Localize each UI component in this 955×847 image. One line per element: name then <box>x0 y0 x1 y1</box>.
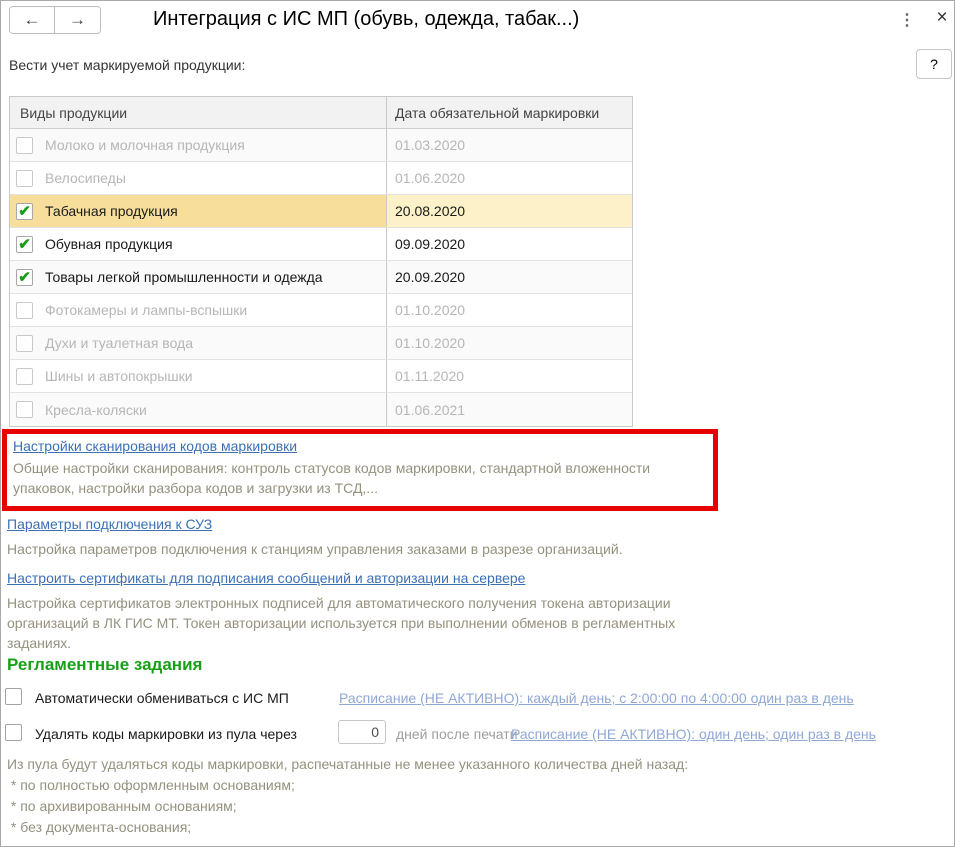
product-cell: Кресла-коляски <box>10 393 387 426</box>
integration-window: ← → Интеграция с ИС МП (обувь, одежда, т… <box>0 0 955 847</box>
marking-date: 20.09.2020 <box>395 269 466 285</box>
date-cell: 01.03.2020 <box>387 129 632 161</box>
table-row[interactable]: Фотокамеры и лампы-вспышки 01.10.2020 <box>10 294 632 327</box>
marking-date: 01.03.2020 <box>395 137 466 153</box>
product-name: Духи и туалетная вода <box>45 335 194 351</box>
scanning-settings-link[interactable]: Настройки сканирования кодов маркировки <box>13 438 297 454</box>
table-row[interactable]: Велосипеды 01.06.2020 <box>10 162 632 195</box>
marking-date: 09.09.2020 <box>395 236 466 252</box>
date-cell: 20.08.2020 <box>387 195 632 227</box>
delete-codes-checkbox[interactable] <box>5 724 22 741</box>
product-checkbox[interactable] <box>16 334 33 352</box>
products-table: Виды продукции Дата обязательной маркиро… <box>9 96 633 427</box>
product-name: Велосипеды <box>45 170 126 186</box>
more-menu-icon[interactable]: ⋮ <box>898 10 916 30</box>
date-cell: 01.10.2020 <box>387 294 632 326</box>
table-row[interactable]: Шины и автопокрышки 01.11.2020 <box>10 360 632 393</box>
product-checkbox[interactable] <box>16 401 33 418</box>
annotation-highlight: Настройки сканирования кодов маркировки … <box>2 429 718 511</box>
table-row[interactable]: ✔ Обувная продукция 09.09.2020 <box>10 228 632 261</box>
back-button[interactable]: ← <box>10 7 55 33</box>
nav-button-group: ← → <box>9 6 101 34</box>
date-cell: 09.09.2020 <box>387 228 632 260</box>
product-cell: Фотокамеры и лампы-вспышки <box>10 294 387 326</box>
product-cell: ✔ Обувная продукция <box>10 228 387 260</box>
days-input[interactable] <box>338 720 386 744</box>
date-cell: 01.06.2020 <box>387 162 632 194</box>
forward-button[interactable]: → <box>55 7 100 33</box>
certificates-desc: Настройка сертификатов электронных подпи… <box>7 595 676 651</box>
product-cell: Шины и автопокрышки <box>10 360 387 392</box>
note-line: * без документа-основания; <box>7 819 192 835</box>
delete-codes-schedule-link[interactable]: Расписание (НЕ АКТИВНО): один день; один… <box>511 726 876 742</box>
product-name: Шины и автопокрышки <box>45 368 193 384</box>
auto-exchange-label: Автоматически обмениваться с ИС МП <box>35 690 289 706</box>
product-checkbox-checked[interactable]: ✔ <box>16 268 33 286</box>
product-cell: Молоко и молочная продукция <box>10 129 387 161</box>
product-checkbox[interactable] <box>16 136 33 154</box>
marking-date: 01.10.2020 <box>395 302 466 318</box>
scheduled-jobs-heading: Регламентные задания <box>7 655 203 674</box>
product-checkbox[interactable] <box>16 367 33 385</box>
back-arrow-icon: ← <box>23 10 41 29</box>
page-title: Интеграция с ИС МП (обувь, одежда, табак… <box>153 8 580 30</box>
product-checkbox[interactable] <box>16 169 33 187</box>
product-checkbox-checked[interactable]: ✔ <box>16 235 33 253</box>
table-row[interactable]: ✔ Табачная продукция 20.08.2020 <box>10 195 632 228</box>
date-cell: 01.06.2021 <box>387 393 632 426</box>
certificates-link[interactable]: Настроить сертификаты для подписания соо… <box>7 570 525 586</box>
close-icon[interactable]: × <box>932 7 952 29</box>
table-row[interactable]: Духи и туалетная вода 01.10.2020 <box>10 327 632 360</box>
suz-connection-desc: Настройка параметров подключения к станц… <box>7 541 623 557</box>
note-lines: * по полностью оформленным основаниям; *… <box>7 775 707 838</box>
note-line: * по архивированным основаниям; <box>7 798 237 814</box>
scanning-settings-desc: Общие настройки сканирования: контроль с… <box>13 460 651 496</box>
table-body: Молоко и молочная продукция 01.03.2020 Вел… <box>10 129 632 426</box>
table-row[interactable]: Кресла-коляски 01.06.2021 <box>10 393 632 426</box>
date-cell: 20.09.2020 <box>387 261 632 293</box>
column-header-marking-date: Дата обязательной маркировки <box>395 105 600 121</box>
table-header: Виды продукции Дата обязательной маркиро… <box>10 97 632 129</box>
table-row[interactable]: ✔ Товары легкой промышленности и одежда 20… <box>10 261 632 294</box>
product-checkbox[interactable] <box>16 301 33 319</box>
product-name: Кресла-коляски <box>45 401 147 418</box>
product-checkbox-checked[interactable]: ✔ <box>16 202 33 220</box>
marking-date: 20.08.2020 <box>395 203 466 219</box>
product-cell: ✔ Товары легкой промышленности и одежда <box>10 261 387 293</box>
days-suffix-label: дней после печати <box>396 726 518 742</box>
help-button[interactable]: ? <box>916 49 952 79</box>
product-name: Табачная продукция <box>45 203 178 219</box>
lead-label: Вести учет маркируемой продукции: <box>9 57 246 73</box>
product-name: Молоко и молочная продукция <box>45 137 245 153</box>
pool-note-paragraph: Из пула будут удаляться коды маркировки,… <box>7 756 689 772</box>
table-row[interactable]: Молоко и молочная продукция 01.03.2020 <box>10 129 632 162</box>
product-name: Товары легкой промышленности и одежда <box>45 269 323 285</box>
date-cell: 01.10.2020 <box>387 327 632 359</box>
note-line: * по полностью оформленным основаниям; <box>7 777 295 793</box>
product-name: Обувная продукция <box>45 236 173 252</box>
auto-exchange-schedule-link[interactable]: Расписание (НЕ АКТИВНО): каждый день; с … <box>339 690 854 706</box>
product-cell: Духи и туалетная вода <box>10 327 387 359</box>
marking-date: 01.10.2020 <box>395 335 466 351</box>
product-name: Фотокамеры и лампы-вспышки <box>45 302 248 318</box>
date-cell: 01.11.2020 <box>387 360 632 392</box>
forward-arrow-icon: → <box>69 10 86 29</box>
marking-date: 01.06.2020 <box>395 170 466 186</box>
suz-connection-link[interactable]: Параметры подключения к СУЗ <box>7 516 212 532</box>
marking-date: 01.11.2020 <box>395 368 465 384</box>
product-cell: Велосипеды <box>10 162 387 194</box>
column-header-product-types: Виды продукции <box>10 97 387 128</box>
auto-exchange-checkbox[interactable] <box>5 688 22 705</box>
product-cell: ✔ Табачная продукция <box>10 195 387 227</box>
marking-date: 01.06.2021 <box>395 401 466 418</box>
delete-codes-label: Удалять коды маркировки из пула через <box>35 726 297 742</box>
pool-note: Из пула будут удаляться коды маркировки,… <box>7 754 707 838</box>
